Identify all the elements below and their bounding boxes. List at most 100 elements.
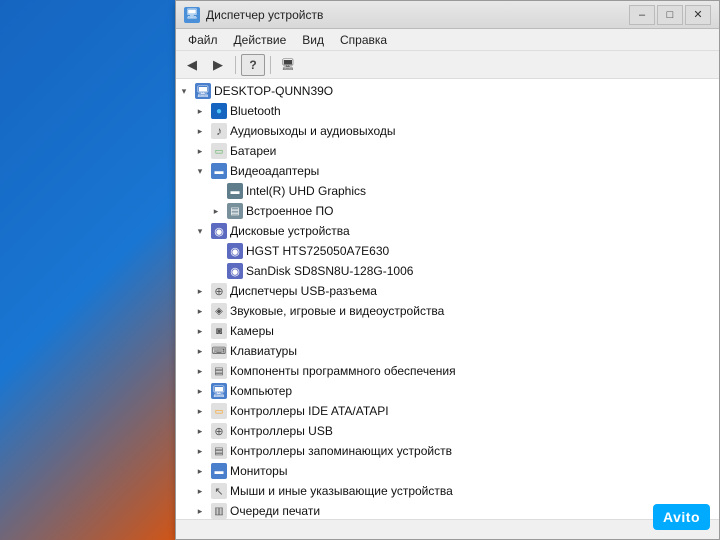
tree-arrow[interactable]: ▸: [208, 201, 224, 221]
titlebar-icon: 🖥: [184, 7, 200, 23]
tree-arrow[interactable]: ▸: [192, 341, 208, 361]
desktop: 🖥 Диспетчер устройств – □ ✕ Файл Действи…: [0, 0, 720, 540]
close-button[interactable]: ✕: [685, 5, 711, 25]
tree-node-keyboards[interactable]: ▸⌨Клавиатуры: [176, 341, 719, 361]
tree-node-label: Аудиовыходы и аудиовыходы: [230, 124, 715, 138]
tree-node-firmware[interactable]: ▸▤Встроенное ПО: [176, 201, 719, 221]
tree-node-icon: ◉: [227, 263, 243, 279]
tree-node-label: Контроллеры IDE ATA/ATAPI: [230, 404, 715, 418]
menu-action[interactable]: Действие: [226, 31, 295, 49]
tree-arrow[interactable]: ▸: [192, 141, 208, 161]
tree-node-icon: ⌨: [211, 343, 227, 359]
tree-node-icon: ▥: [211, 503, 227, 519]
toolbar: ◀ ▶ ? 🖥: [176, 51, 719, 79]
tree-node-usb-ctrl[interactable]: ▸⊕Диспетчеры USB-разъема: [176, 281, 719, 301]
tree-node-sandisk[interactable]: ◉SanDisk SD8SN8U-128G-1006: [176, 261, 719, 281]
tree-node-icon: ▤: [227, 203, 243, 219]
tree-node-label: Мыши и иные указывающие устройства: [230, 484, 715, 498]
tree-arrow[interactable]: ▸: [192, 401, 208, 421]
maximize-button[interactable]: □: [657, 5, 683, 25]
tree-node-label: Клавиатуры: [230, 344, 715, 358]
tree-node-root[interactable]: ▾🖥DESKTOP-QUNN39O: [176, 81, 719, 101]
tree-node-icon: ♪: [211, 123, 227, 139]
tree-arrow[interactable]: ▾: [176, 81, 192, 101]
tree-node-bluetooth[interactable]: ▸●Bluetooth: [176, 101, 719, 121]
tree-node-label: DESKTOP-QUNN39O: [214, 84, 715, 98]
menubar: Файл Действие Вид Справка: [176, 29, 719, 51]
tree-node-icon: 🖥: [211, 383, 227, 399]
help-button[interactable]: ?: [241, 54, 265, 76]
tree-node-icon: ●: [211, 103, 227, 119]
device-manager-button[interactable]: 🖥: [276, 54, 300, 76]
tree-node-cameras[interactable]: ▸◙Камеры: [176, 321, 719, 341]
tree-node-usb-controllers[interactable]: ▸⊕Контроллеры USB: [176, 421, 719, 441]
tree-node-icon: 🖥: [195, 83, 211, 99]
forward-button[interactable]: ▶: [206, 54, 230, 76]
menu-view[interactable]: Вид: [294, 31, 332, 49]
tree-node-battery[interactable]: ▸▭Батареи: [176, 141, 719, 161]
tree-arrow[interactable]: ▸: [192, 421, 208, 441]
tree-arrow[interactable]: ▸: [192, 301, 208, 321]
tree-node-computer[interactable]: ▸🖥Компьютер: [176, 381, 719, 401]
minimize-button[interactable]: –: [629, 5, 655, 25]
tree-arrow[interactable]: ▸: [192, 361, 208, 381]
tree-node-label: Контроллеры USB: [230, 424, 715, 438]
tree-node-storage-ctrl[interactable]: ▸▤Контроллеры запоминающих устройств: [176, 441, 719, 461]
menu-file[interactable]: Файл: [180, 31, 226, 49]
tree-node-label: Дисковые устройства: [230, 224, 715, 238]
tree-node-label: HGST HTS725050A7E630: [246, 244, 715, 258]
device-tree[interactable]: ▾🖥DESKTOP-QUNN39O▸●Bluetooth▸♪Аудиовыход…: [176, 79, 719, 519]
tree-node-audio[interactable]: ▸♪Аудиовыходы и аудиовыходы: [176, 121, 719, 141]
tree-arrow[interactable]: ▾: [192, 221, 208, 241]
tree-node-icon: ◉: [211, 223, 227, 239]
tree-node-software[interactable]: ▸▤Компоненты программного обеспечения: [176, 361, 719, 381]
tree-node-disk[interactable]: ▾◉Дисковые устройства: [176, 221, 719, 241]
tree-node-monitors[interactable]: ▸▬Мониторы: [176, 461, 719, 481]
tree-node-label: Bluetooth: [230, 104, 715, 118]
toolbar-separator-2: [270, 56, 271, 74]
tree-arrow[interactable]: ▾: [192, 161, 208, 181]
tree-node-hgst[interactable]: ◉HGST HTS725050A7E630: [176, 241, 719, 261]
statusbar: [176, 519, 719, 539]
tree-node-icon: ⊕: [211, 423, 227, 439]
tree-node-icon: ◉: [227, 243, 243, 259]
tree-node-intel-uhd[interactable]: ▬Intel(R) UHD Graphics: [176, 181, 719, 201]
tree-arrow[interactable]: ▸: [192, 441, 208, 461]
tree-node-label: Видеоадаптеры: [230, 164, 715, 178]
titlebar-controls: – □ ✕: [629, 5, 711, 25]
tree-arrow[interactable]: ▸: [192, 101, 208, 121]
tree-arrow[interactable]: ▸: [192, 481, 208, 501]
tree-node-sound[interactable]: ▸◈Звуковые, игровые и видеоустройства: [176, 301, 719, 321]
tree-arrow[interactable]: ▸: [192, 281, 208, 301]
tree-arrow[interactable]: ▸: [192, 501, 208, 519]
device-manager-window: 🖥 Диспетчер устройств – □ ✕ Файл Действи…: [175, 0, 720, 540]
tree-node-icon: ▭: [211, 403, 227, 419]
tree-node-print[interactable]: ▸▥Очереди печати: [176, 501, 719, 519]
tree-node-label: Камеры: [230, 324, 715, 338]
tree-arrow[interactable]: ▸: [192, 381, 208, 401]
tree-node-icon: ▬: [211, 463, 227, 479]
tree-node-label: Батареи: [230, 144, 715, 158]
tree-node-icon: ↖: [211, 483, 227, 499]
menu-help[interactable]: Справка: [332, 31, 395, 49]
tree-arrow[interactable]: ▸: [192, 321, 208, 341]
tree-node-icon: ◙: [211, 323, 227, 339]
tree-node-label: Диспетчеры USB-разъема: [230, 284, 715, 298]
tree-node-mice[interactable]: ▸↖Мыши и иные указывающие устройства: [176, 481, 719, 501]
back-button[interactable]: ◀: [180, 54, 204, 76]
toolbar-separator-1: [235, 56, 236, 74]
tree-node-label: Звуковые, игровые и видеоустройства: [230, 304, 715, 318]
tree-node-label: Intel(R) UHD Graphics: [246, 184, 715, 198]
tree-node-icon: ▤: [211, 363, 227, 379]
tree-node-label: Компоненты программного обеспечения: [230, 364, 715, 378]
tree-node-icon: ▭: [211, 143, 227, 159]
tree-arrow[interactable]: ▸: [192, 461, 208, 481]
tree-node-label: Встроенное ПО: [246, 204, 715, 218]
tree-arrow[interactable]: ▸: [192, 121, 208, 141]
tree-node-label: SanDisk SD8SN8U-128G-1006: [246, 264, 715, 278]
tree-node-icon: ▬: [227, 183, 243, 199]
tree-node-label: Контроллеры запоминающих устройств: [230, 444, 715, 458]
tree-node-display[interactable]: ▾▬Видеоадаптеры: [176, 161, 719, 181]
tree-node-label: Компьютер: [230, 384, 715, 398]
tree-node-ide[interactable]: ▸▭Контроллеры IDE ATA/ATAPI: [176, 401, 719, 421]
